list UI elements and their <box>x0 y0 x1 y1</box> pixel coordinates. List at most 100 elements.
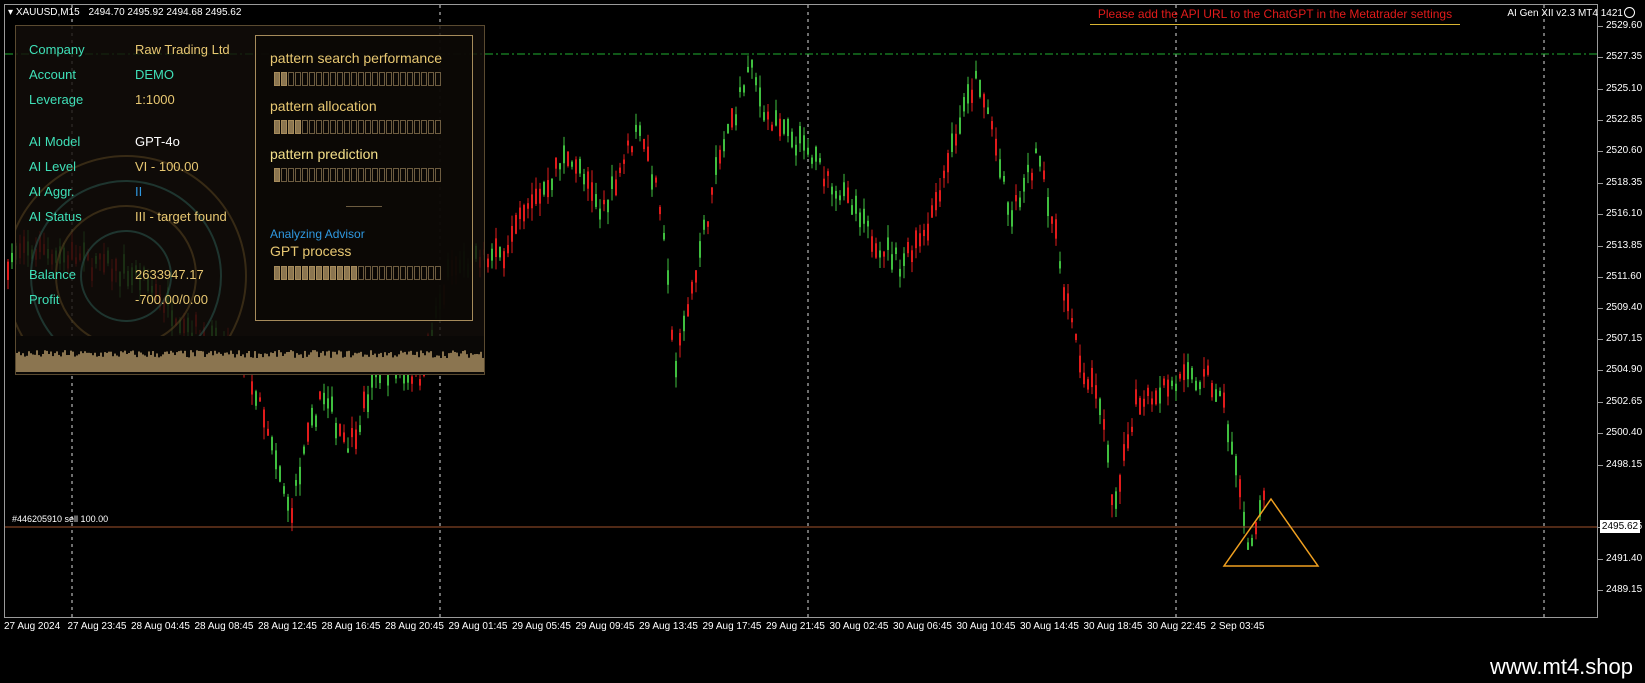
progress-segment <box>351 168 357 182</box>
volume-bar <box>266 353 268 372</box>
progress-segment <box>351 72 357 86</box>
progress-segment <box>281 72 287 86</box>
volume-bar <box>240 356 242 372</box>
volume-bar <box>76 355 78 372</box>
volume-bar <box>168 353 170 372</box>
progress-segment <box>400 72 406 86</box>
volume-bar <box>402 352 404 372</box>
progress-segment <box>316 266 322 280</box>
volume-bar <box>104 352 106 372</box>
progress-segment <box>351 266 357 280</box>
volume-bar <box>172 352 174 372</box>
volume-bar <box>128 352 130 372</box>
progress-segment <box>323 168 329 182</box>
volume-bar <box>52 356 54 372</box>
volume-bar <box>202 351 204 372</box>
progress-segment <box>386 168 392 182</box>
progress-segment <box>351 120 357 134</box>
volume-bar <box>440 357 442 372</box>
progress-segment <box>288 72 294 86</box>
progress-segment <box>365 120 371 134</box>
volume-bar <box>332 351 334 372</box>
progress-segment <box>421 120 427 134</box>
progress-segment <box>302 168 308 182</box>
volume-bar <box>380 352 382 372</box>
progress-segment <box>344 266 350 280</box>
volume-bar <box>436 355 438 372</box>
progress-segment <box>281 120 287 134</box>
volume-bar <box>38 355 40 372</box>
volume-bar <box>232 353 234 372</box>
chart-window[interactable]: ▾ XAUUSD,M15 2494.70 2495.92 2494.68 249… <box>0 0 1645 648</box>
time-tick: 29 Aug 21:45 <box>766 621 825 632</box>
progress-segment <box>309 266 315 280</box>
volume-bar <box>370 350 372 372</box>
volume-bar <box>476 353 478 372</box>
volume-bar <box>186 356 188 372</box>
volume-bar <box>148 351 150 372</box>
time-tick: 30 Aug 22:45 <box>1147 621 1206 632</box>
progress-segment <box>414 72 420 86</box>
progress-segment <box>344 120 350 134</box>
volume-bar <box>114 353 116 372</box>
volume-bar <box>222 355 224 372</box>
progress-segment <box>309 120 315 134</box>
info-value: III - target found <box>135 209 227 224</box>
progress-segment <box>302 72 308 86</box>
volume-bar <box>388 353 390 372</box>
volume-bar <box>40 356 42 372</box>
volume-bar <box>212 355 214 372</box>
volume-bar <box>304 350 306 372</box>
progress-segment <box>407 120 413 134</box>
info-value: 2633947.17 <box>135 267 204 282</box>
volume-bar <box>318 357 320 372</box>
volume-bar <box>206 354 208 372</box>
volume-bar <box>34 354 36 372</box>
time-tick: 28 Aug 08:45 <box>194 621 254 632</box>
dropdown-triangle-icon[interactable]: ▾ <box>8 7 13 18</box>
progress-segment <box>281 266 287 280</box>
time-axis[interactable]: 27 Aug 2024 27 Aug 23:45 28 Aug 04:45 28 Au… <box>0 618 1600 638</box>
volume-bar <box>348 350 350 372</box>
volume-bar <box>226 352 228 372</box>
progress-segment <box>295 72 301 86</box>
progress-segment <box>358 72 364 86</box>
progress-segment <box>358 120 364 134</box>
volume-bar <box>342 357 344 372</box>
volume-bar <box>450 352 452 372</box>
volume-bar <box>336 354 338 372</box>
volume-bar <box>312 350 314 372</box>
site-watermark: www.mt4.shop <box>1489 654 1633 679</box>
progress-segment <box>435 168 441 182</box>
progress-segment <box>400 266 406 280</box>
progress-segment <box>435 266 441 280</box>
volume-bar <box>454 351 456 372</box>
progress-segment <box>379 120 385 134</box>
symbol-name: XAUUSD,M15 <box>15 7 80 18</box>
progress-segment <box>365 266 371 280</box>
volume-bar <box>338 350 340 372</box>
time-tick: 29 Aug 01:45 <box>448 621 508 632</box>
progress-title: pattern allocation <box>270 98 377 114</box>
progress-segment <box>414 266 420 280</box>
time-tick: 29 Aug 09:45 <box>575 621 635 632</box>
volume-bar <box>194 356 196 372</box>
volume-bar <box>352 355 354 372</box>
volume-bar <box>132 350 134 372</box>
volume-bar <box>300 354 302 372</box>
volume-bar <box>444 356 446 372</box>
volume-bar <box>340 351 342 372</box>
volume-bar <box>126 354 128 372</box>
volume-bar <box>200 350 202 372</box>
volume-bar <box>242 354 244 372</box>
time-tick: 27 Aug 23:45 <box>67 621 127 632</box>
progress-segment <box>421 168 427 182</box>
volume-bar <box>254 351 256 372</box>
volume-bar <box>214 350 216 372</box>
volume-bar <box>428 352 430 372</box>
volume-bar <box>118 356 120 372</box>
progress-segment <box>393 168 399 182</box>
symbol-header[interactable]: ▾ XAUUSD,M15 2494.70 2495.92 2494.68 249… <box>8 7 241 18</box>
progress-bar <box>274 120 441 134</box>
progress-segment <box>372 72 378 86</box>
